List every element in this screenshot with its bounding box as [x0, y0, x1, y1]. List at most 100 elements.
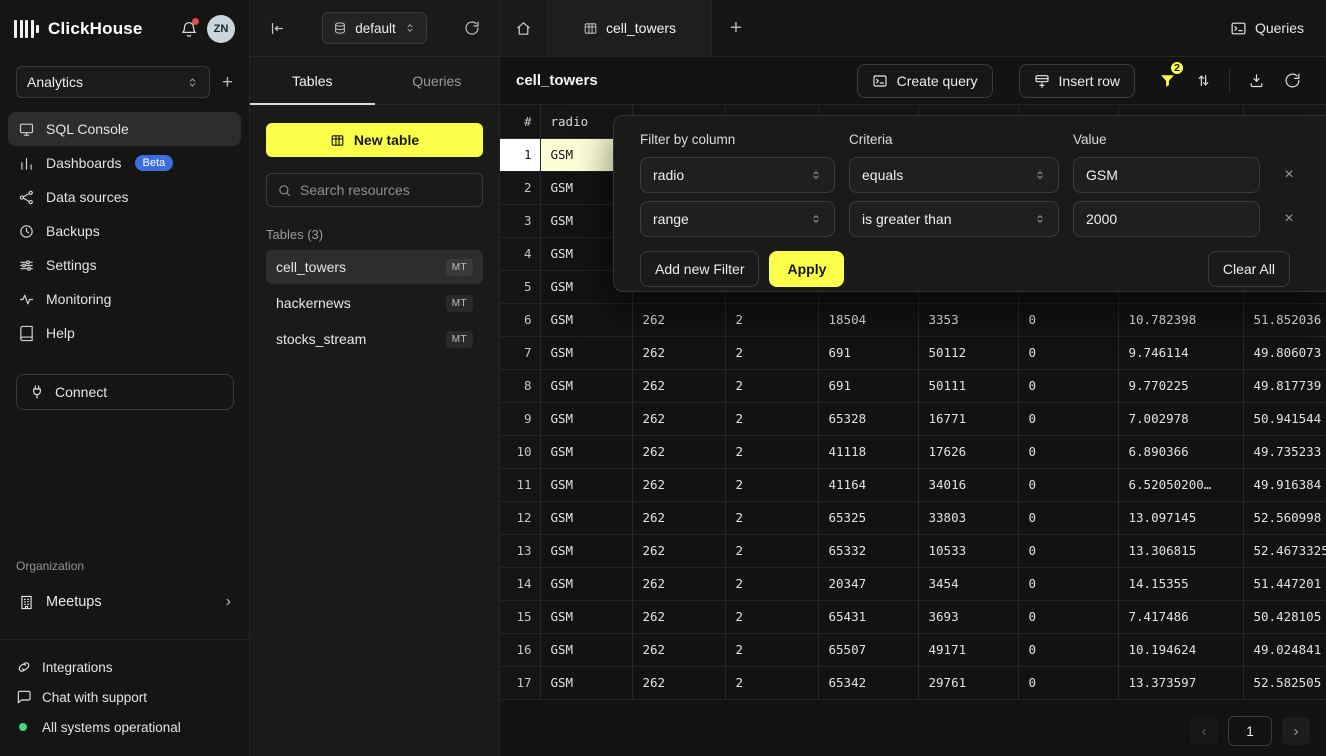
- remove-filter-button-2[interactable]: ×: [1274, 210, 1304, 228]
- data-cell[interactable]: 0: [1018, 567, 1118, 600]
- data-cell[interactable]: 262: [632, 336, 725, 369]
- data-cell[interactable]: 262: [632, 633, 725, 666]
- data-cell[interactable]: 0: [1018, 402, 1118, 435]
- filter-column-select-2[interactable]: range: [640, 201, 835, 237]
- data-cell[interactable]: GSM: [540, 501, 632, 534]
- data-cell[interactable]: 49171: [918, 633, 1018, 666]
- data-cell[interactable]: 2: [725, 666, 818, 699]
- data-cell[interactable]: 65342: [818, 666, 918, 699]
- data-cell[interactable]: 49.806073: [1243, 336, 1326, 369]
- tab-queries[interactable]: Queries: [375, 57, 500, 104]
- data-cell[interactable]: GSM: [540, 666, 632, 699]
- prev-page-button[interactable]: ‹: [1190, 717, 1218, 745]
- filter-column-select-1[interactable]: radio: [640, 157, 835, 193]
- refresh-data-button[interactable]: [1274, 64, 1310, 98]
- data-cell[interactable]: 0: [1018, 435, 1118, 468]
- system-status-link[interactable]: All systems operational: [16, 712, 233, 742]
- data-cell[interactable]: 65325: [818, 501, 918, 534]
- data-cell[interactable]: 2: [725, 633, 818, 666]
- data-cell[interactable]: 33803: [918, 501, 1018, 534]
- data-cell[interactable]: 691: [818, 369, 918, 402]
- data-cell[interactable]: GSM: [540, 435, 632, 468]
- clear-filters-button[interactable]: Clear All: [1208, 251, 1290, 287]
- data-cell[interactable]: 262: [632, 402, 725, 435]
- data-cell[interactable]: GSM: [540, 633, 632, 666]
- sidebar-item-dashboards[interactable]: Dashboards Beta: [8, 146, 241, 180]
- next-page-button[interactable]: ›: [1282, 717, 1310, 745]
- page-number[interactable]: 1: [1228, 716, 1272, 746]
- data-cell[interactable]: 41164: [818, 468, 918, 501]
- table-list-item-stocks-stream[interactable]: stocks_stream MT: [266, 322, 483, 356]
- filter-value-input-2[interactable]: [1073, 201, 1260, 237]
- create-query-button[interactable]: Create query: [857, 64, 993, 98]
- data-cell[interactable]: 7.002978: [1118, 402, 1243, 435]
- data-cell[interactable]: 16771: [918, 402, 1018, 435]
- data-cell[interactable]: 52.4673325: [1243, 534, 1326, 567]
- data-cell[interactable]: 52.582505: [1243, 666, 1326, 699]
- filter-criteria-select-2[interactable]: is greater than: [849, 201, 1059, 237]
- data-cell[interactable]: 49.817739: [1243, 369, 1326, 402]
- new-tab-button[interactable]: +: [712, 0, 760, 56]
- data-cell[interactable]: 0: [1018, 303, 1118, 336]
- data-cell[interactable]: 262: [632, 567, 725, 600]
- sort-button[interactable]: [1185, 64, 1221, 98]
- data-cell[interactable]: 65328: [818, 402, 918, 435]
- data-cell[interactable]: 2: [725, 600, 818, 633]
- data-cell[interactable]: 2: [725, 468, 818, 501]
- data-cell[interactable]: 49.735233: [1243, 435, 1326, 468]
- filter-button[interactable]: 2: [1149, 64, 1185, 98]
- table-list-item-cell-towers[interactable]: cell_towers MT: [266, 250, 483, 284]
- data-cell[interactable]: 17626: [918, 435, 1018, 468]
- add-workspace-button[interactable]: +: [222, 73, 233, 92]
- data-cell[interactable]: GSM: [540, 402, 632, 435]
- refresh-tables-button[interactable]: [459, 15, 485, 41]
- data-cell[interactable]: 14.15355: [1118, 567, 1243, 600]
- data-cell[interactable]: 262: [632, 303, 725, 336]
- integrations-link[interactable]: Integrations: [16, 652, 233, 682]
- workspace-select[interactable]: Analytics: [16, 66, 210, 98]
- data-cell[interactable]: 41118: [818, 435, 918, 468]
- data-cell[interactable]: 0: [1018, 501, 1118, 534]
- data-cell[interactable]: 51.447201: [1243, 567, 1326, 600]
- data-cell[interactable]: 29761: [918, 666, 1018, 699]
- data-cell[interactable]: 6.52050200…: [1118, 468, 1243, 501]
- user-avatar[interactable]: ZN: [207, 15, 235, 43]
- sidebar-item-backups[interactable]: Backups: [8, 214, 241, 248]
- data-cell[interactable]: 262: [632, 468, 725, 501]
- data-cell[interactable]: 2: [725, 534, 818, 567]
- data-cell[interactable]: 0: [1018, 369, 1118, 402]
- data-cell[interactable]: 0: [1018, 600, 1118, 633]
- new-table-button[interactable]: New table: [266, 123, 483, 157]
- data-cell[interactable]: GSM: [540, 369, 632, 402]
- data-cell[interactable]: 10533: [918, 534, 1018, 567]
- data-cell[interactable]: GSM: [540, 534, 632, 567]
- data-cell[interactable]: 52.560998: [1243, 501, 1326, 534]
- sidebar-item-data-sources[interactable]: Data sources: [8, 180, 241, 214]
- data-cell[interactable]: 262: [632, 501, 725, 534]
- chat-support-link[interactable]: Chat with support: [16, 682, 233, 712]
- search-input[interactable]: [300, 182, 472, 198]
- tab-tables[interactable]: Tables: [250, 57, 375, 104]
- data-cell[interactable]: GSM: [540, 468, 632, 501]
- data-cell[interactable]: 2: [725, 567, 818, 600]
- data-cell[interactable]: 262: [632, 369, 725, 402]
- home-tab[interactable]: [500, 0, 548, 56]
- data-cell[interactable]: 0: [1018, 534, 1118, 567]
- queries-button[interactable]: Queries: [1230, 0, 1304, 56]
- data-cell[interactable]: 10.194624: [1118, 633, 1243, 666]
- data-cell[interactable]: 3353: [918, 303, 1018, 336]
- data-cell[interactable]: 65507: [818, 633, 918, 666]
- sidebar-item-settings[interactable]: Settings: [8, 248, 241, 282]
- data-cell[interactable]: 262: [632, 600, 725, 633]
- data-cell[interactable]: 262: [632, 435, 725, 468]
- insert-row-button[interactable]: Insert row: [1019, 64, 1135, 98]
- data-cell[interactable]: 49.024841: [1243, 633, 1326, 666]
- data-cell[interactable]: 7.417486: [1118, 600, 1243, 633]
- data-cell[interactable]: 10.782398: [1118, 303, 1243, 336]
- data-cell[interactable]: 0: [1018, 336, 1118, 369]
- database-select[interactable]: default: [322, 12, 427, 44]
- data-cell[interactable]: 9.770225: [1118, 369, 1243, 402]
- data-cell[interactable]: 50.428105: [1243, 600, 1326, 633]
- data-cell[interactable]: GSM: [540, 336, 632, 369]
- data-cell[interactable]: 0: [1018, 468, 1118, 501]
